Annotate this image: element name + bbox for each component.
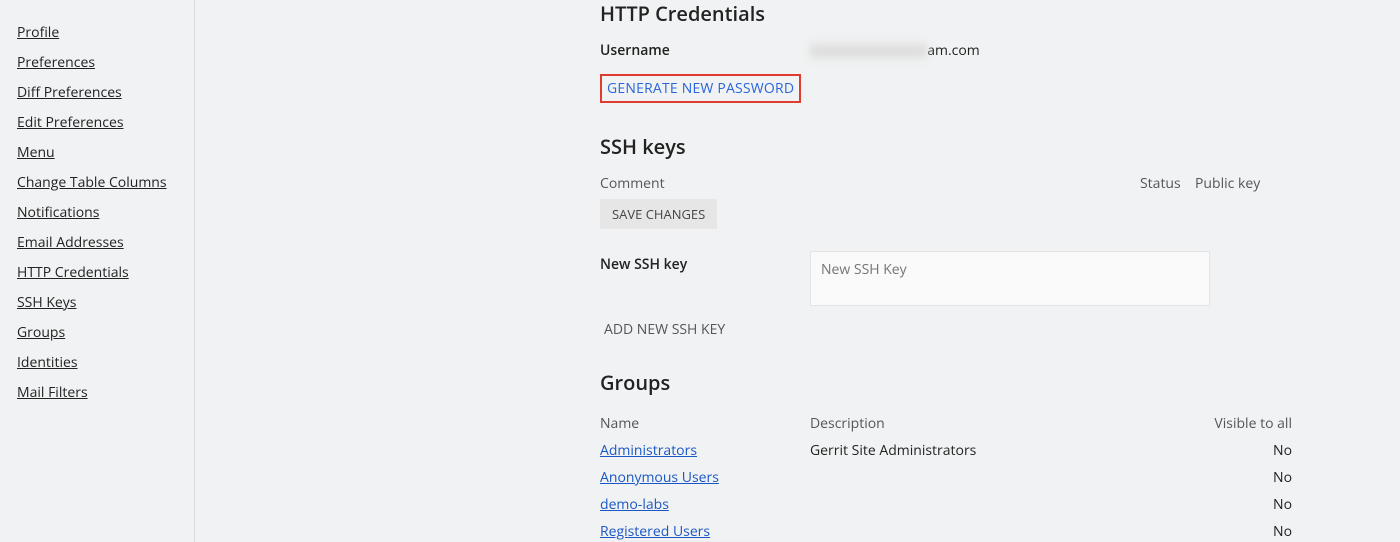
group-link-anonymous-users[interactable]: Anonymous Users — [600, 468, 719, 487]
groups-header-visible: Visible to all — [1210, 414, 1320, 433]
group-visible: No — [1210, 495, 1320, 514]
generate-password-highlight: GENERATE NEW PASSWORD — [600, 74, 801, 103]
main-content: HTTP Credentials Username xxxxxxxxxxxxxx… — [195, 0, 1400, 542]
username-value: xxxxxxxxxxxxxxxxam.com — [810, 41, 980, 60]
group-link-registered-users[interactable]: Registered Users — [600, 522, 710, 541]
groups-title: Groups — [600, 369, 1320, 396]
group-link-administrators[interactable]: Administrators — [600, 441, 697, 460]
group-row: demo-labs No — [600, 491, 1320, 518]
sidebar-item-menu[interactable]: Menu — [17, 138, 194, 168]
groups-header-name: Name — [600, 414, 810, 433]
generate-new-password-button[interactable]: GENERATE NEW PASSWORD — [607, 79, 794, 98]
group-row: Anonymous Users No — [600, 464, 1320, 491]
username-tail: am.com — [927, 41, 980, 60]
sidebar-item-mail-filters[interactable]: Mail Filters — [17, 378, 194, 408]
sidebar-item-identities[interactable]: Identities — [17, 348, 194, 378]
username-redacted: xxxxxxxxxxxxxxxx — [810, 41, 927, 60]
sidebar-item-groups[interactable]: Groups — [17, 318, 194, 348]
new-ssh-key-input[interactable] — [810, 251, 1210, 306]
ssh-status-header: Status — [1140, 174, 1195, 193]
groups-section: Groups Name Description Visible to all A… — [600, 369, 1320, 542]
group-row: Registered Users No — [600, 518, 1320, 542]
sidebar-item-edit-preferences[interactable]: Edit Preferences — [17, 108, 194, 138]
ssh-keys-title: SSH keys — [600, 133, 1320, 160]
add-new-ssh-key-button[interactable]: ADD NEW SSH KEY — [604, 320, 725, 339]
ssh-keys-section: SSH keys Comment Status Public key SAVE … — [600, 133, 1320, 339]
sidebar-item-profile[interactable]: Profile — [17, 18, 194, 48]
group-link-demo-labs[interactable]: demo-labs — [600, 495, 669, 514]
group-description: Gerrit Site Administrators — [810, 441, 1210, 460]
group-row: Administrators Gerrit Site Administrator… — [600, 437, 1320, 464]
sidebar-item-notifications[interactable]: Notifications — [17, 198, 194, 228]
http-credentials-title: HTTP Credentials — [600, 0, 1320, 27]
group-visible: No — [1210, 522, 1320, 541]
http-credentials-section: HTTP Credentials Username xxxxxxxxxxxxxx… — [600, 0, 1320, 103]
sidebar-item-change-table-columns[interactable]: Change Table Columns — [17, 168, 194, 198]
sidebar-item-diff-preferences[interactable]: Diff Preferences — [17, 78, 194, 108]
ssh-publickey-header: Public key — [1195, 174, 1320, 193]
settings-sidebar: Profile Preferences Diff Preferences Edi… — [0, 0, 195, 542]
sidebar-item-preferences[interactable]: Preferences — [17, 48, 194, 78]
username-label: Username — [600, 41, 810, 60]
new-ssh-key-label: New SSH key — [600, 251, 810, 274]
sidebar-item-ssh-keys[interactable]: SSH Keys — [17, 288, 194, 318]
ssh-comment-header: Comment — [600, 174, 1140, 193]
sidebar-item-email-addresses[interactable]: Email Addresses — [17, 228, 194, 258]
save-changes-button[interactable]: SAVE CHANGES — [600, 199, 717, 229]
group-visible: No — [1210, 468, 1320, 487]
group-visible: No — [1210, 441, 1320, 460]
groups-header-description: Description — [810, 414, 1210, 433]
sidebar-item-http-credentials[interactable]: HTTP Credentials — [17, 258, 194, 288]
